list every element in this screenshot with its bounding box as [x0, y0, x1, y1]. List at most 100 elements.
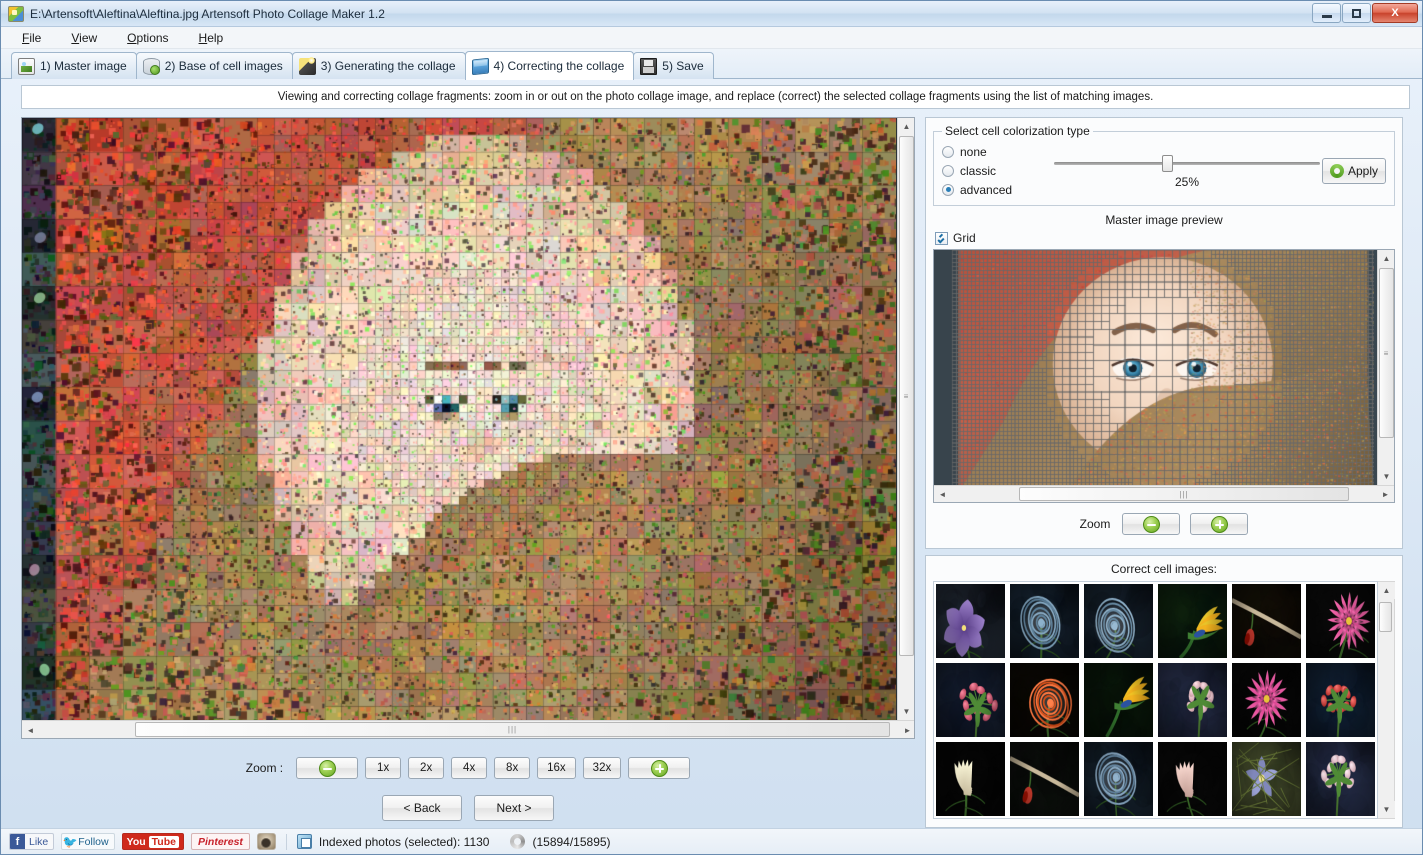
radio-none-button[interactable] [942, 146, 954, 158]
preview-scroll-up-icon[interactable]: ▲ [1378, 250, 1395, 267]
cell-image-thumbnail[interactable] [1158, 584, 1227, 658]
main-body: ▲ ≡ ▼ ◄ ||| ► Zoom : 1x 2x 4x 8x 16x 32x… [1, 109, 1422, 828]
maximize-button[interactable] [1342, 3, 1371, 23]
cell-image-thumbnail[interactable] [1084, 742, 1153, 816]
radio-none[interactable]: none [942, 142, 1054, 161]
cell-image-thumbnail[interactable] [1306, 742, 1375, 816]
pinterest-button[interactable]: Pinterest [191, 833, 250, 850]
colorization-group: Select cell colorization type none class… [933, 124, 1395, 206]
preview-scroll-down-icon[interactable]: ▼ [1378, 468, 1395, 485]
menu-options[interactable]: Options [124, 29, 171, 47]
radio-classic-button[interactable] [942, 165, 954, 177]
radio-advanced[interactable]: advanced [942, 180, 1054, 199]
scroll-down-icon[interactable]: ▼ [898, 703, 915, 720]
cell-image-thumbnail[interactable] [936, 584, 1005, 658]
tab-correcting-the-collage[interactable]: 4) Correcting the collage [465, 51, 635, 80]
cell-image-thumbnail[interactable] [1010, 663, 1079, 737]
cell-images-scrollbar[interactable]: ▲ ▼ [1378, 581, 1395, 819]
grid-checkbox[interactable]: Grid [935, 231, 1395, 245]
colorization-strength-slider-wrap: 25% [1054, 153, 1320, 189]
cell-image-thumbnail[interactable] [1084, 584, 1153, 658]
preview-vertical-scrollbar[interactable]: ▲ ≡ ▼ [1377, 250, 1394, 485]
preview-zoom-in-button[interactable] [1190, 513, 1248, 535]
cell-image-thumbnail[interactable] [1232, 663, 1301, 737]
collage-zoom-32x-button[interactable]: 32x [583, 757, 622, 779]
facebook-like-label: Like [29, 836, 48, 848]
collage-horizontal-scrollbar[interactable]: ◄ ||| ► [22, 720, 915, 738]
next-button[interactable]: Next > [474, 795, 554, 821]
cell-image-thumbnail[interactable] [936, 742, 1005, 816]
menu-file-rest: ile [29, 31, 41, 45]
cell-image-thumbnail[interactable] [1010, 584, 1079, 658]
menu-file[interactable]: File [19, 29, 44, 47]
cell-image-thumbnail[interactable] [1306, 584, 1375, 658]
cell-images-area: ▲ ▼ [933, 581, 1395, 819]
collage-zoom-in-button[interactable] [628, 757, 690, 779]
close-button[interactable]: X [1372, 3, 1418, 23]
progress-spinner-icon [510, 834, 525, 849]
preview-horizontal-scrollbar[interactable]: ◄ ||| ► [934, 485, 1394, 502]
database-add-icon [143, 58, 160, 75]
cell-image-thumbnail[interactable] [1010, 742, 1079, 816]
instagram-button[interactable] [257, 833, 276, 850]
collage-pane: ▲ ≡ ▼ ◄ ||| ► Zoom : 1x 2x 4x 8x 16x 32x… [21, 117, 915, 828]
master-image-preview[interactable] [934, 250, 1374, 493]
collage-hscroll-thumb[interactable]: ||| [135, 722, 890, 737]
apply-button[interactable]: Apply [1322, 158, 1386, 184]
collage-vscroll-thumb[interactable]: ≡ [899, 136, 914, 656]
preview-hscroll-thumb[interactable]: ||| [1019, 487, 1349, 501]
cell-images-grid[interactable] [933, 581, 1378, 819]
title-bar: E:\Artensoft\Aleftina\Aleftina.jpg Arten… [1, 1, 1422, 27]
picture-icon [18, 58, 35, 75]
cell-image-thumbnail[interactable] [936, 663, 1005, 737]
collage-zoom-1x-button[interactable]: 1x [365, 757, 401, 779]
scroll-right-icon[interactable]: ► [899, 721, 915, 739]
colorization-controls: none classic advanced 25% Apply [942, 142, 1386, 199]
preview-scroll-right-icon[interactable]: ► [1377, 486, 1394, 503]
radio-advanced-button[interactable] [942, 184, 954, 196]
colorization-strength-slider[interactable] [1054, 153, 1320, 173]
preview-scroll-left-icon[interactable]: ◄ [934, 486, 951, 503]
cells-vscroll-thumb[interactable] [1379, 602, 1392, 632]
cells-scroll-up-icon[interactable]: ▲ [1378, 582, 1395, 599]
menu-help[interactable]: Help [196, 29, 227, 47]
cell-image-thumbnail[interactable] [1084, 663, 1153, 737]
cells-scroll-down-icon[interactable]: ▼ [1378, 801, 1395, 818]
menu-view[interactable]: View [68, 29, 100, 47]
master-image-preview-viewport[interactable]: ▲ ≡ ▼ ◄ ||| ► [933, 249, 1395, 503]
back-button[interactable]: < Back [382, 795, 462, 821]
cell-image-thumbnail[interactable] [1232, 584, 1301, 658]
preview-vscroll-thumb[interactable]: ≡ [1379, 268, 1394, 438]
minimize-button[interactable] [1312, 3, 1341, 23]
colorization-radio-list: none classic advanced [942, 142, 1054, 199]
cell-image-thumbnail[interactable] [1232, 742, 1301, 816]
collage-viewport[interactable]: ▲ ≡ ▼ ◄ ||| ► [21, 117, 915, 739]
recycle-icon [1330, 164, 1344, 178]
tab-save[interactable]: 5) Save [633, 52, 713, 79]
collage-zoom-out-button[interactable] [296, 757, 358, 779]
youtube-button[interactable]: You Tube [122, 833, 184, 850]
radio-classic[interactable]: classic [942, 161, 1054, 180]
cell-image-thumbnail[interactable] [1158, 742, 1227, 816]
slider-thumb[interactable] [1162, 155, 1173, 172]
facebook-like-button[interactable]: f Like [9, 833, 54, 850]
cell-image-thumbnail[interactable] [1306, 663, 1375, 737]
tab-base-of-cell-images[interactable]: 2) Base of cell images [136, 52, 293, 79]
scroll-left-icon[interactable]: ◄ [22, 721, 39, 739]
scroll-up-icon[interactable]: ▲ [898, 118, 915, 135]
collage-image[interactable] [22, 118, 896, 720]
preview-zoom-label: Zoom [1080, 517, 1111, 531]
colorization-and-preview-panel: Select cell colorization type none class… [925, 117, 1403, 549]
cell-image-thumbnail[interactable] [1158, 663, 1227, 737]
tab-generating-the-collage[interactable]: 3) Generating the collage [292, 52, 466, 79]
collage-vertical-scrollbar[interactable]: ▲ ≡ ▼ [897, 118, 914, 720]
collage-zoom-8x-button[interactable]: 8x [494, 757, 530, 779]
preview-zoom-out-button[interactable] [1122, 513, 1180, 535]
grid-checkbox-box[interactable] [935, 232, 948, 245]
zoom-in-icon [651, 760, 668, 777]
collage-zoom-2x-button[interactable]: 2x [408, 757, 444, 779]
collage-zoom-16x-button[interactable]: 16x [537, 757, 576, 779]
collage-zoom-4x-button[interactable]: 4x [451, 757, 487, 779]
tab-master-image[interactable]: 1) Master image [11, 52, 137, 79]
twitter-follow-button[interactable]: 🐦 Follow [61, 833, 114, 850]
